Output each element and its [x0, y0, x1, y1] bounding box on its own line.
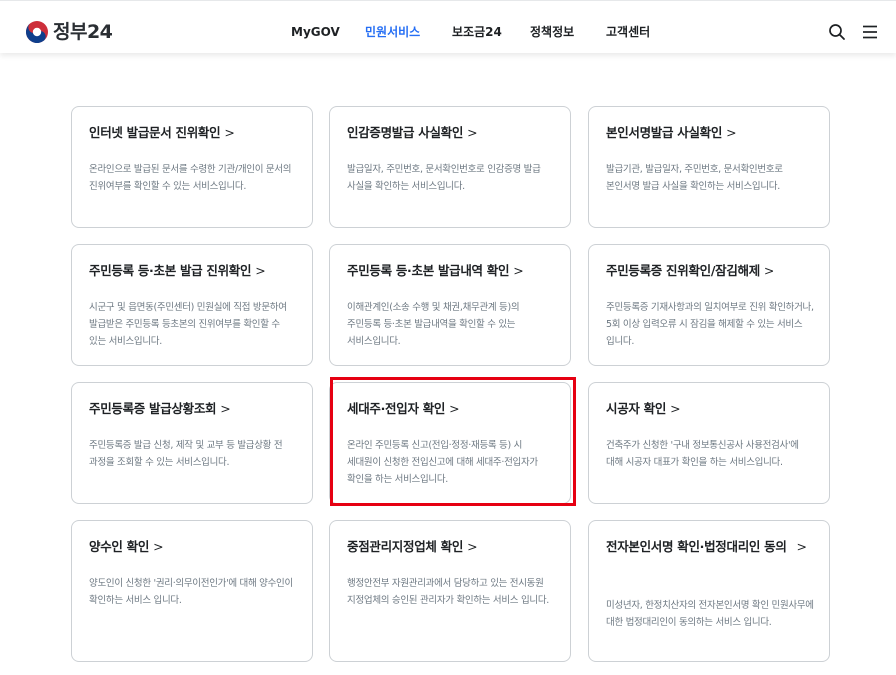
card-transferee-confirmation[interactable]: 양수인 확인 > 양도인이 신청한 '권리·의무이전인가'에 대해 양수인이 확인…	[71, 520, 313, 662]
nav-subsidy24[interactable]: 보조금24	[452, 23, 502, 41]
site-logo-text: 정부24	[53, 21, 113, 43]
card-title: 세대주·전입자 확인	[347, 401, 446, 416]
card-id-card-issue-status[interactable]: 주민등록증 발급상황조회 > 주민등록증 발급 신청, 제작 및 교부 등 발급상…	[71, 382, 313, 504]
chevron-right-icon: >	[670, 401, 681, 416]
card-description: 행정안전부 자원관리과에서 담당하고 있는 전시동원 지정업체의 승인된 관리자…	[347, 578, 549, 606]
nav-mygov[interactable]: MyGOV	[291, 23, 340, 41]
chevron-right-icon: >	[796, 539, 807, 554]
card-description: 주민등록증 발급 신청, 제작 및 교부 등 발급상황 전 과정을 조회할 수 …	[89, 440, 283, 468]
nav-policy-info[interactable]: 정책정보	[530, 23, 574, 41]
site-header: 정부24 MyGOV 민원서비스 보조금24 정책정보 고객센터	[0, 0, 896, 53]
chevron-right-icon: >	[224, 125, 235, 140]
hamburger-menu-icon[interactable]	[861, 23, 879, 41]
card-description: 온라인 주민등록 신고(전입·정정·재등록 등) 시 세대원이 신청한 전입신고…	[347, 440, 538, 485]
card-internet-document-verification[interactable]: 인터넷 발급문서 진위확인 > 온라인으로 발급된 문서를 수령한 기관/개인이 …	[71, 106, 313, 228]
card-id-card-verification-unlock[interactable]: 주민등록증 진위확인/잠김해제 > 주민등록증 기재사항과의 일치여부로 진위 확…	[588, 244, 830, 366]
taegeuk-logo-icon	[26, 21, 48, 43]
card-title: 주민등록 등·초본 발급 진위확인	[89, 263, 252, 278]
card-description: 발급기관, 발급일자, 주민번호, 문서확인번호로 본인서명 발급 사실을 확인…	[606, 164, 783, 192]
card-description: 양도인이 신청한 '권리·의무이전인가'에 대해 양수인이 확인하는 서비스 입…	[89, 578, 293, 606]
chevron-right-icon: >	[449, 401, 460, 416]
chevron-right-icon: >	[153, 539, 164, 554]
chevron-right-icon: >	[467, 539, 478, 554]
card-designated-company-confirmation[interactable]: 중점관리지정업체 확인 > 행정안전부 자원관리과에서 담당하고 있는 전시동원 …	[329, 520, 571, 662]
card-electronic-signature-guardian-consent[interactable]: 전자본인서명 확인·법정대리인 동의 > 미성년자, 한정치산자의 전자본인서명…	[588, 520, 830, 662]
card-title: 전자본인서명 확인·법정대리인 동의	[606, 539, 787, 554]
card-description: 이해관계인(소송 수행 및 채권,채무관계 등)의 주민등록 등·초본 발급내역…	[347, 302, 520, 347]
card-description: 발급일자, 주민번호, 문서확인번호로 인감증명 발급 사실을 확인하는 서비스…	[347, 164, 541, 192]
nav-civil-service[interactable]: 민원서비스	[365, 23, 420, 41]
card-resident-register-issue-history[interactable]: 주민등록 등·초본 발급내역 확인 > 이해관계인(소송 수행 및 채권,채무관계…	[329, 244, 571, 366]
card-title: 주민등록 등·초본 발급내역 확인	[347, 263, 510, 278]
card-title: 양수인 확인	[89, 539, 150, 554]
card-title: 인감증명발급 사실확인	[347, 125, 464, 140]
card-household-head-move-in-confirmation[interactable]: 세대주·전입자 확인 > 온라인 주민등록 신고(전입·정정·재등록 등) 시 세…	[329, 382, 571, 504]
card-description: 주민등록증 기재사항과의 일치여부로 진위 확인하거나, 5회 이상 입력오류 …	[606, 302, 814, 347]
card-description: 건축주가 신청한 '구내 정보통신공사 사용전검사'에 대해 시공자 대표가 확…	[606, 440, 799, 468]
chevron-right-icon: >	[726, 125, 737, 140]
card-title: 본인서명발급 사실확인	[606, 125, 723, 140]
card-signature-certificate-verification[interactable]: 본인서명발급 사실확인 > 발급기관, 발급일자, 주민번호, 문서확인번호로 본…	[588, 106, 830, 228]
card-title: 인터넷 발급문서 진위확인	[89, 125, 221, 140]
chevron-right-icon: >	[255, 263, 266, 278]
card-title: 주민등록증 발급상황조회	[89, 401, 217, 416]
chevron-right-icon: >	[763, 263, 775, 278]
chevron-right-icon: >	[467, 125, 478, 140]
card-description: 미성년자, 한정치산자의 전자본인서명 확인 민원사무에 대한 법정대리인이 동…	[606, 600, 814, 628]
card-title: 시공자 확인	[606, 401, 667, 416]
card-resident-register-verification[interactable]: 주민등록 등·초본 발급 진위확인 > 시군구 및 읍면동(주민센터) 민원실에 …	[71, 244, 313, 366]
site-logo[interactable]: 정부24	[25, 20, 113, 44]
card-description: 온라인으로 발급된 문서를 수령한 기관/개인이 문서의 진위여부를 확인할 수…	[89, 164, 292, 192]
chevron-right-icon: >	[513, 263, 524, 278]
chevron-right-icon: >	[220, 401, 231, 416]
card-constructor-confirmation[interactable]: 시공자 확인 > 건축주가 신청한 '구내 정보통신공사 사용전검사'에 대해 시…	[588, 382, 830, 504]
nav-customer-center[interactable]: 고객센터	[606, 23, 650, 41]
card-description: 시군구 및 읍면동(주민센터) 민원실에 직접 방문하여 발급받은 주민등록 등…	[89, 302, 287, 347]
card-title: 주민등록증 진위확인/잠김해제	[606, 263, 760, 278]
card-title: 중점관리지정업체 확인	[347, 539, 464, 554]
card-seal-certificate-verification[interactable]: 인감증명발급 사실확인 > 발급일자, 주민번호, 문서확인번호로 인감증명 발급…	[329, 106, 571, 228]
search-icon[interactable]	[828, 23, 846, 41]
